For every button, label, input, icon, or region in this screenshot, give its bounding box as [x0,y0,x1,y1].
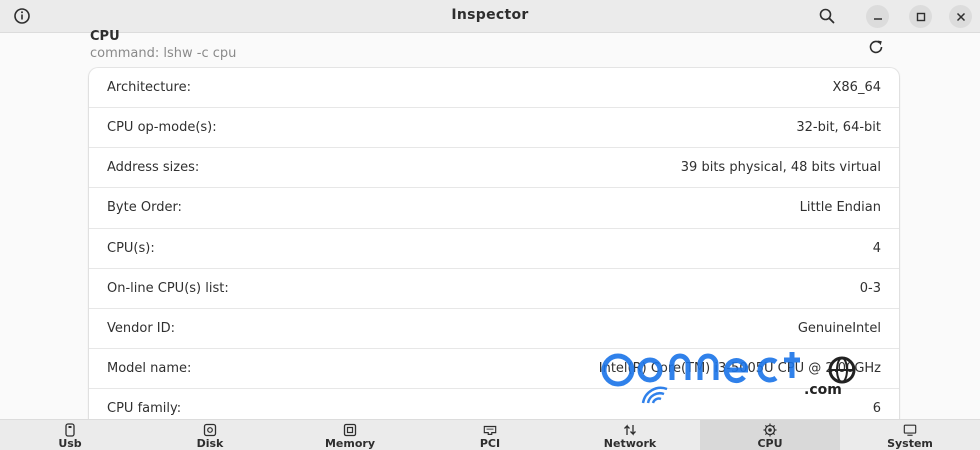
refresh-icon[interactable] [866,37,886,57]
tab-cpu[interactable]: CPU [700,420,840,450]
tab-label: Memory [324,437,376,450]
tab-pci[interactable]: PCI [420,420,560,450]
tab-system[interactable]: System [840,420,980,450]
row-key: Vendor ID: [107,321,176,337]
row-key: CPU family: [107,401,182,417]
bottom-tab-bar: Usb Disk Memory PCI Network CPU System [0,419,980,450]
row-key: On-line CPU(s) list: [107,280,229,296]
disk-icon [203,423,217,437]
row-value: X86_64 [832,80,882,95]
system-icon [903,423,917,437]
tab-label: PCI [479,437,501,450]
row-value: 39 bits physical, 48 bits virtual [680,160,881,176]
row-value: 4 [872,240,881,256]
info-row-architecture: Architecture: X86_64 [89,68,899,108]
tab-memory[interactable]: Memory [280,420,420,450]
info-row-model-name: Model name: Intel(R) Core(TM) i3-5005U C… [89,349,899,390]
row-value: 0-3 [859,280,881,296]
info-row-online-cpus: On-line CPU(s) list: 0-3 [89,269,899,309]
memory-icon [343,423,357,437]
close-icon [956,12,965,21]
tab-label: Usb [58,437,82,450]
close-button[interactable] [949,5,972,28]
command-text: command: lshw -c cpu [90,46,237,61]
row-key: Address sizes: [107,160,200,176]
tab-network[interactable]: Network [560,420,700,450]
tab-label: Network [603,437,657,450]
info-row-address-sizes: Address sizes: 39 bits physical, 48 bits… [89,148,899,189]
row-key: CPU op-mode(s): [107,120,217,136]
row-key: Architecture: [107,80,191,95]
row-value: Little Endian [799,200,881,216]
network-icon [623,423,637,437]
row-key: Model name: [107,361,192,377]
row-value: Intel(R) Core(TM) i3-5005U CPU @ 2.00GHz [598,361,881,377]
row-key: CPU(s): [107,240,155,256]
tab-usb[interactable]: Usb [0,420,140,450]
row-value: 32-bit, 64-bit [796,120,881,136]
tab-label: Disk [196,437,224,450]
minimize-icon [873,17,882,20]
cpu-icon [763,423,777,437]
usb-icon [63,423,77,437]
section-title: CPU [90,29,120,44]
info-row-op-mode: CPU op-mode(s): 32-bit, 64-bit [89,108,899,149]
info-row-vendor-id: Vendor ID: GenuineIntel [89,309,899,350]
search-icon[interactable] [817,6,837,26]
tab-label: System [887,437,933,450]
tab-label: CPU [757,437,783,450]
cpu-info-card: Architecture: X86_64 CPU op-mode(s): 32-… [89,68,899,428]
row-value: 6 [872,401,881,417]
section-header: CPU command: lshw -c cpu [90,29,900,67]
pci-icon [483,423,497,437]
minimize-button[interactable] [866,5,889,28]
info-row-cpus: CPU(s): 4 [89,229,899,269]
tab-disk[interactable]: Disk [140,420,280,450]
maximize-button[interactable] [909,5,932,28]
info-row-byte-order: Byte Order: Little Endian [89,188,899,229]
row-value: GenuineIntel [797,321,881,337]
row-key: Byte Order: [107,200,182,216]
maximize-icon [916,12,925,21]
